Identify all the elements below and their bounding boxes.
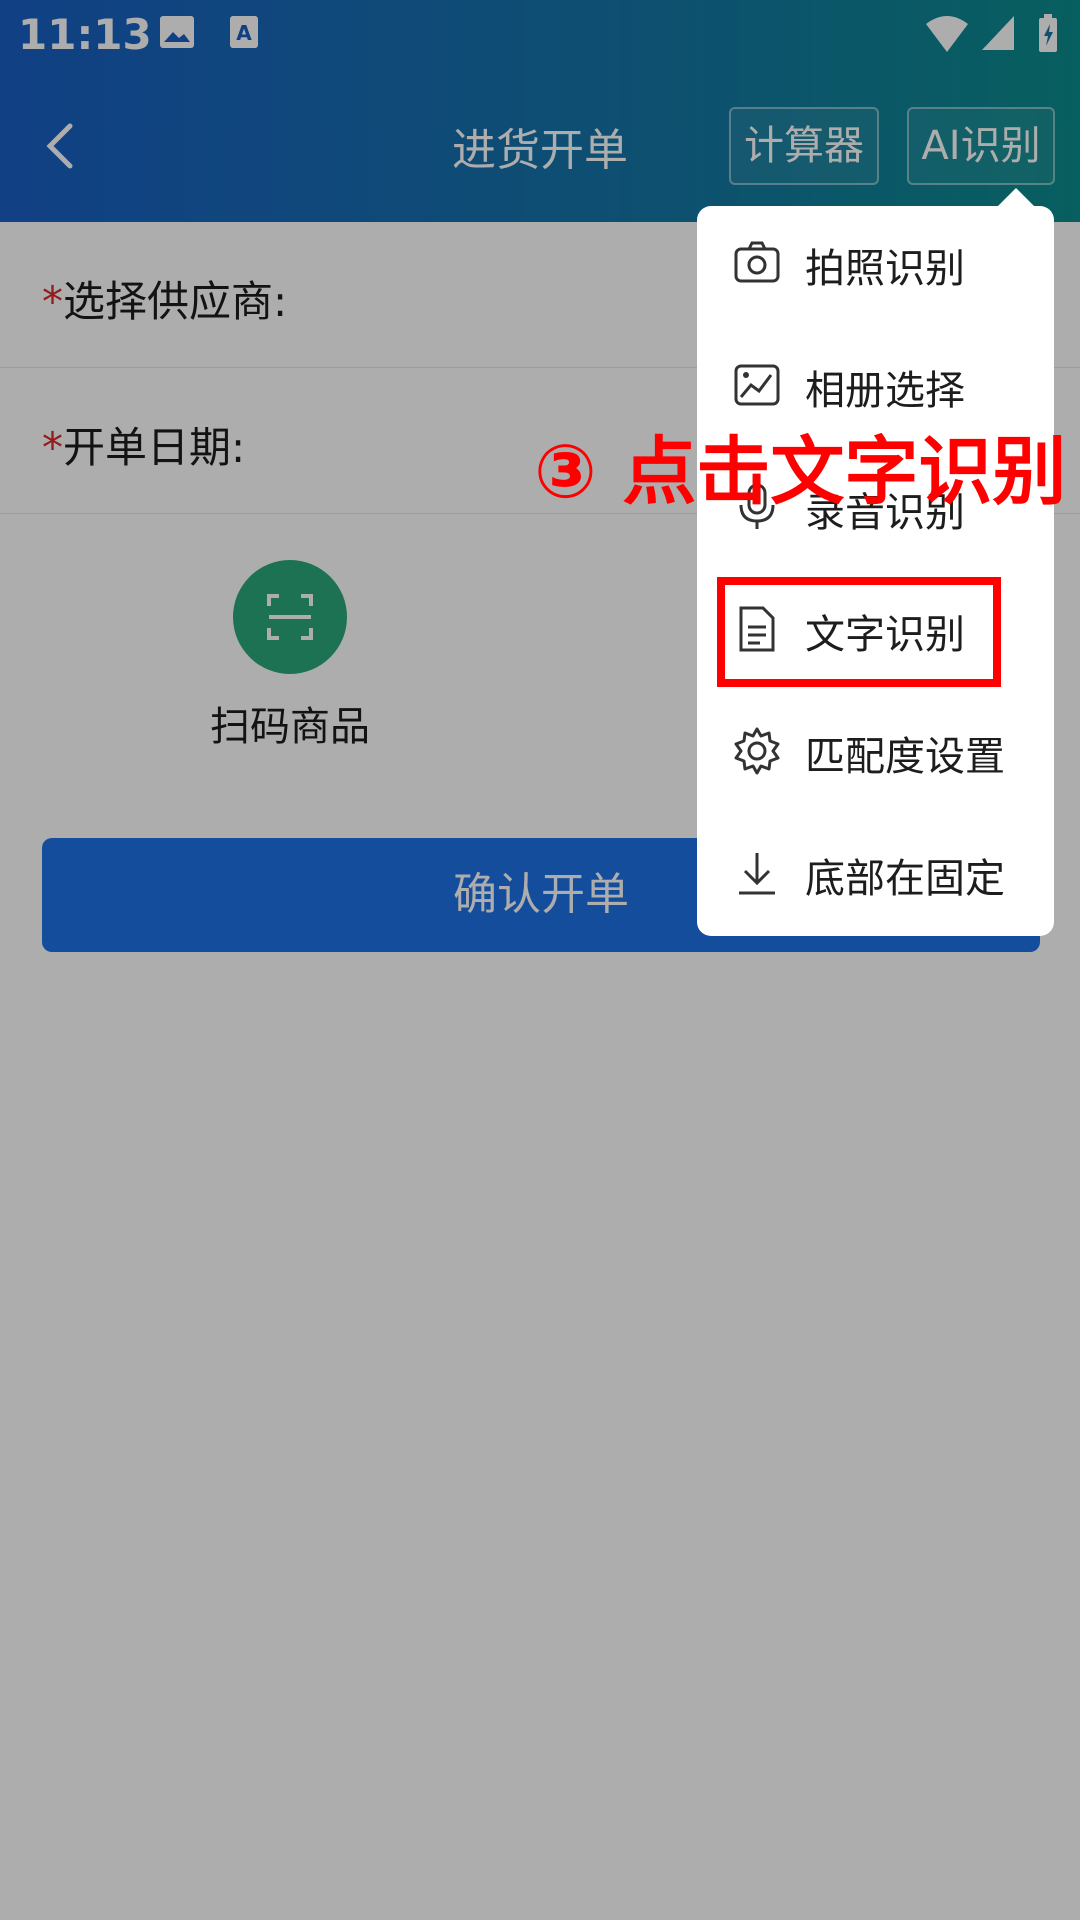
menu-item-label: 底部在固定 bbox=[805, 856, 1005, 902]
menu-item-label: 匹配度设置 bbox=[805, 734, 1005, 780]
download-icon bbox=[739, 853, 775, 895]
ai-menu: 拍照识别 相册选择 录音识别 文字识别 匹配度设置 底部在固定 bbox=[697, 206, 1054, 936]
tutorial-annotation: ③ 点击文字识别 bbox=[534, 429, 1067, 515]
menu-item-label: 相册选择 bbox=[805, 368, 965, 414]
gallery-icon bbox=[734, 364, 780, 406]
gear-icon bbox=[734, 727, 780, 775]
highlight-box bbox=[717, 577, 1001, 687]
menu-arrow bbox=[996, 188, 1036, 208]
menu-item-label: 拍照识别 bbox=[805, 246, 965, 292]
menu-item-match-settings[interactable]: 匹配度设置 bbox=[697, 694, 1054, 804]
camera-icon bbox=[734, 241, 780, 283]
menu-item-photo[interactable]: 拍照识别 bbox=[697, 206, 1054, 316]
menu-item-bottom-fixed[interactable]: 底部在固定 bbox=[697, 816, 1054, 926]
